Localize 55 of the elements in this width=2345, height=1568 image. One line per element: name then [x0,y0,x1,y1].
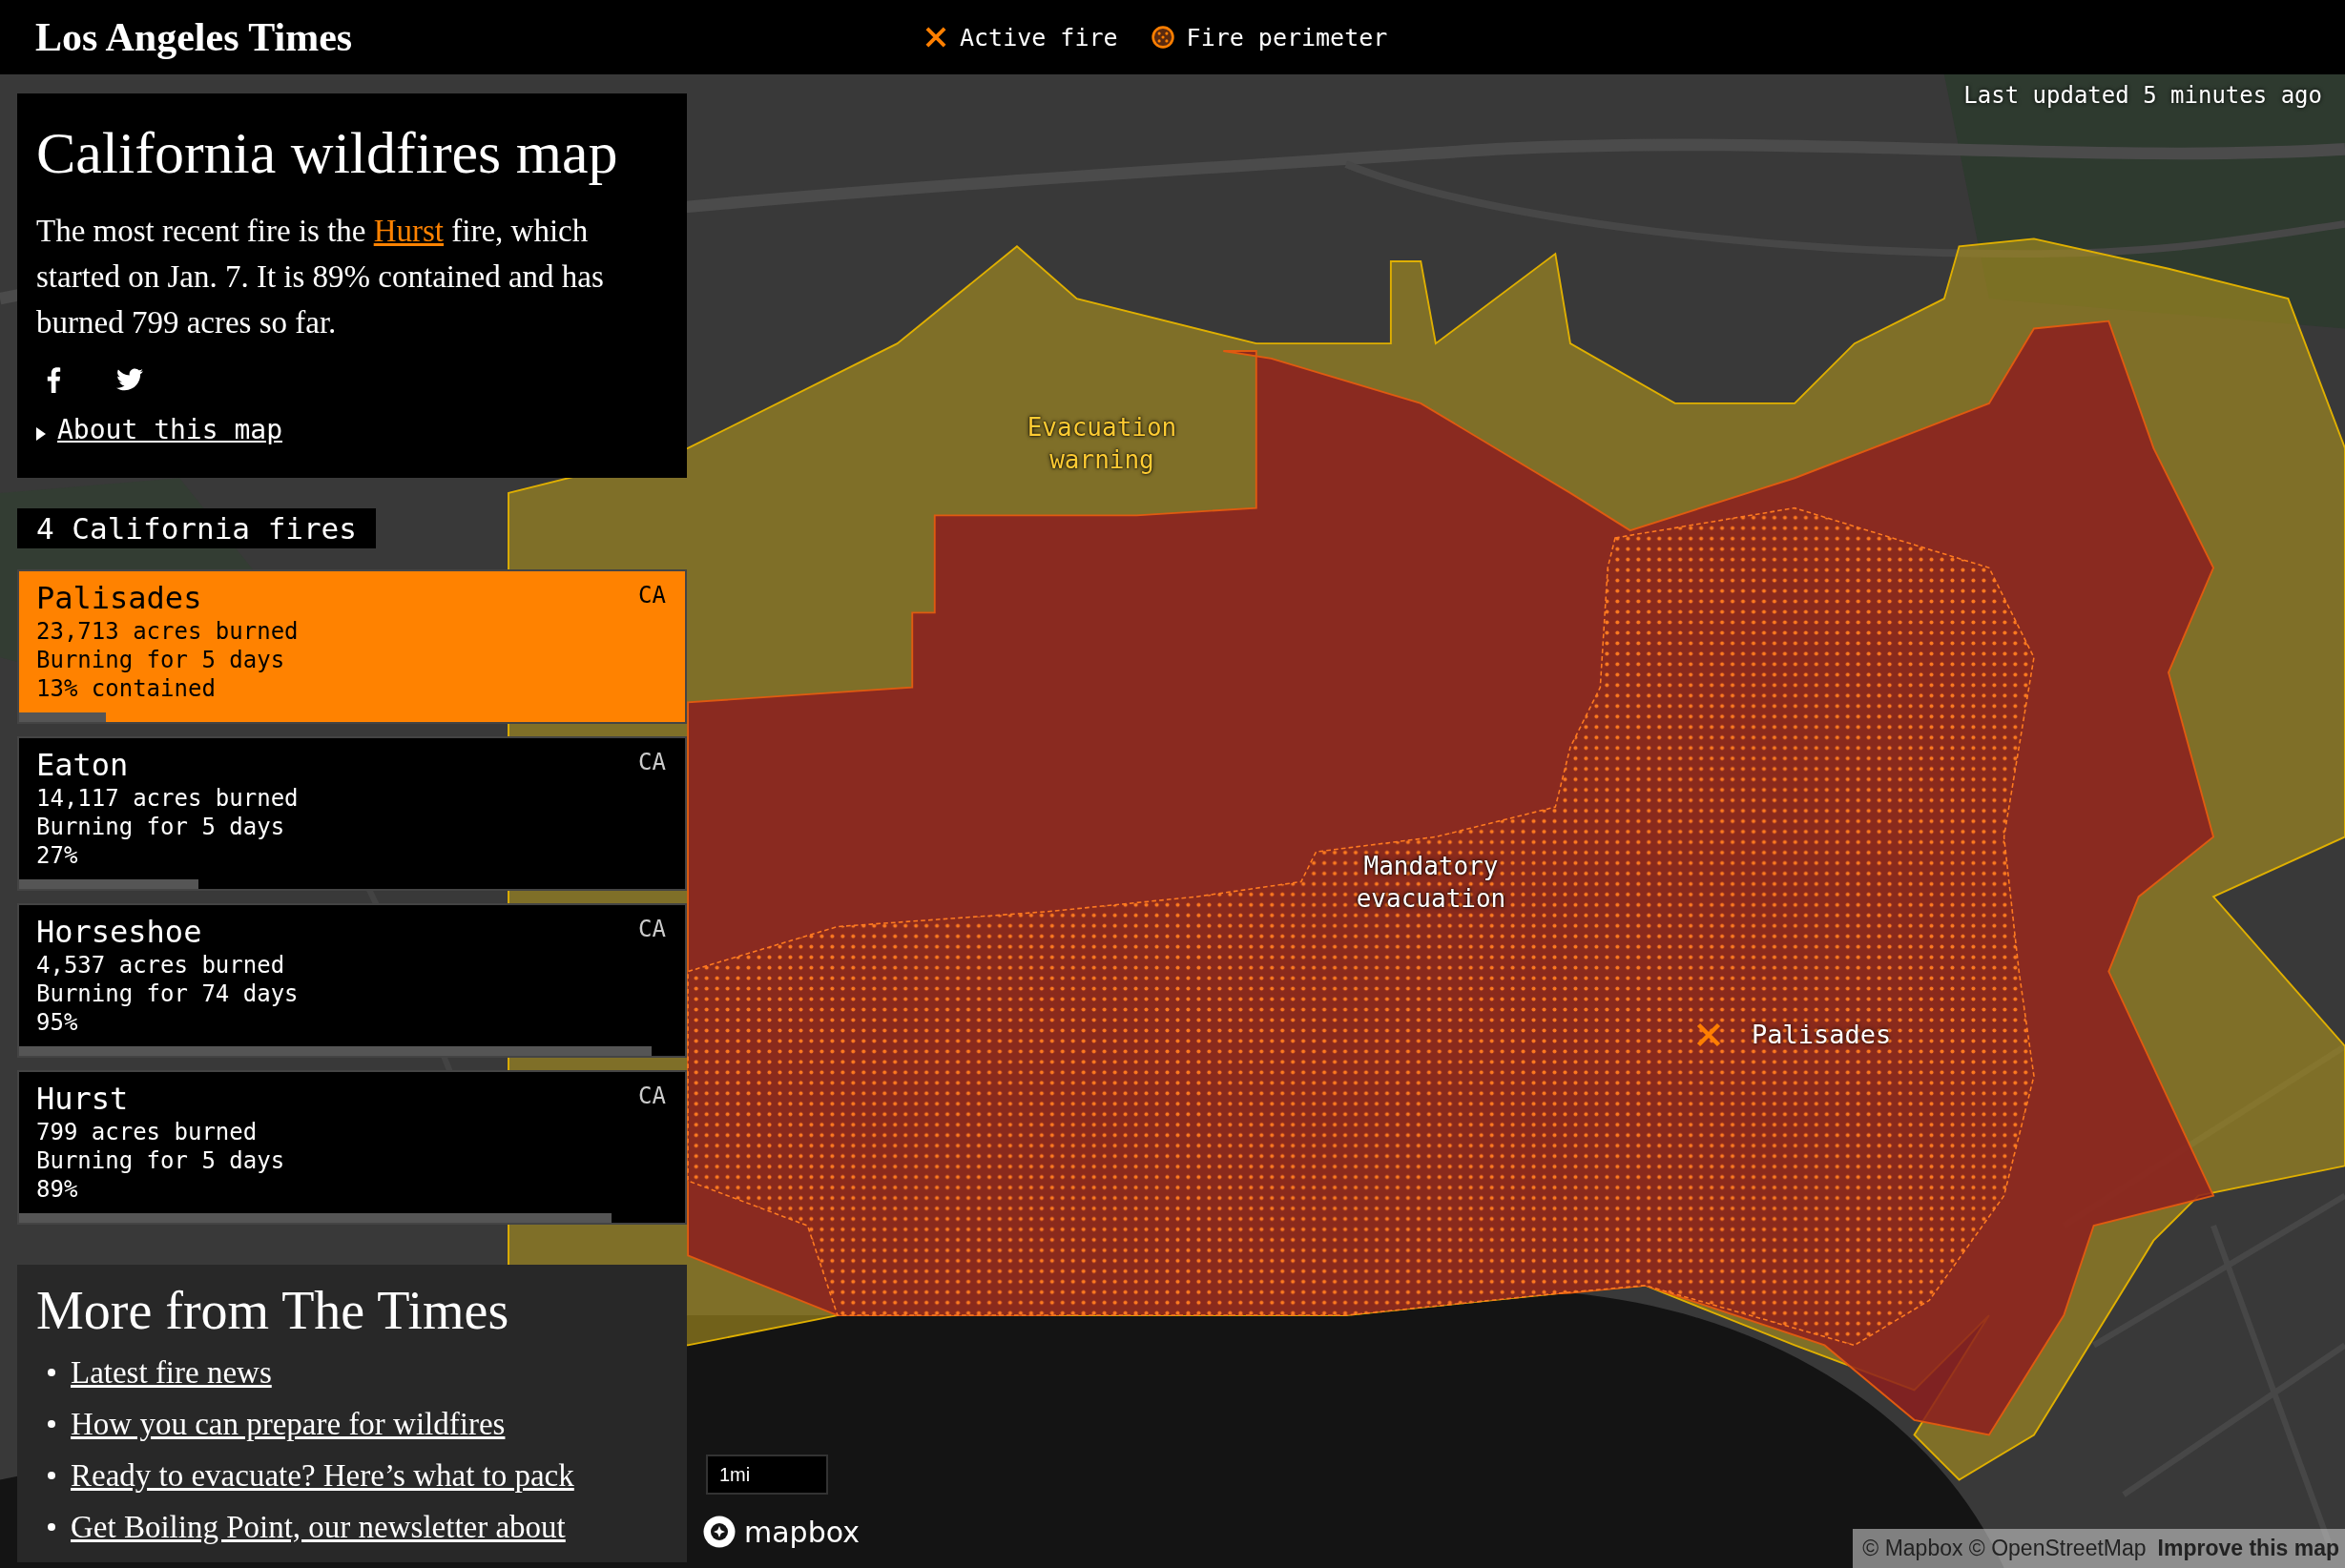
state-label: CA [638,748,666,776]
fire-name: Eaton [36,746,129,784]
containment-text: 95% [36,1008,79,1037]
acres-text: 23,713 acres burned [36,617,300,646]
compass-logo-icon[interactable] [702,1515,737,1549]
zone-label: Evacuation warning [1026,412,1178,476]
containment-text: 89% [36,1175,79,1204]
triangle-icon[interactable] [36,426,46,441]
fire-card[interactable]: Horseshoe CA 4,537 acres burned Burning for 74 days 95% [17,903,687,1058]
legend-label: Active fire [960,23,1118,52]
bullet-icon [48,1472,55,1479]
fire-name: Palisades [36,579,202,617]
fire-card[interactable]: Eaton CA 14,117 acres burned Burning for 5 days 27% [17,736,687,891]
summary-text: The most recent fire is the Hurst fire, which started on Jan. 7. It is 89% contained and has burned 799 acres so far. [36,213,605,341]
duration-text: Burning for 5 days [36,1146,286,1175]
duration-text: Burning for 5 days [36,646,286,674]
fire-name: Hurst [36,1080,129,1118]
fire-card[interactable]: Palisades CA 23,713 acres burned Burning for 5 days 13% contained [17,569,687,724]
map-title: California wildfires map [36,119,619,187]
dotted-circle-icon [1150,25,1175,50]
acres-text: 799 acres burned [36,1118,259,1146]
section-title: More from The Times [36,1280,510,1342]
article-link[interactable]: Latest fire news [71,1354,272,1391]
attribution-text: © Mapbox © OpenStreetMap [1862,1536,2147,1561]
facebook-icon[interactable] [46,366,61,393]
fire-label: Palisades [1752,1020,1892,1049]
legend-label: Fire perimeter [1186,23,1388,52]
bullet-icon [48,1420,55,1428]
mapbox-logo[interactable]: mapbox [744,1515,860,1549]
state-label: CA [638,1082,666,1110]
fire-name: Horseshoe [36,913,202,951]
bullet-icon [48,1369,55,1376]
containment-text: 13% contained [36,674,217,703]
acres-text: 14,117 acres burned [36,784,300,813]
state-label: CA [638,581,666,609]
last-updated-text: Last updated 5 minutes ago [1963,82,2322,109]
duration-text: Burning for 5 days [36,813,286,841]
article-link[interactable]: Ready to evacuate? Here’s what to pack [71,1457,574,1494]
containment-text: 27% [36,841,79,870]
fire-count-label: 4 California fires [17,508,376,548]
article-link[interactable]: Get Boiling Point, our newsletter about [71,1509,566,1545]
zone-label: Mandatory evacuation [1355,851,1507,915]
state-label: CA [638,915,666,943]
scale-bar: 1mi [706,1455,828,1495]
fire-card[interactable]: Hurst CA 799 acres burned Burning for 5 days 89% [17,1070,687,1225]
about-link[interactable]: About this map [57,414,282,445]
article-link[interactable]: How you can prepare for wildfires [71,1406,506,1442]
duration-text: Burning for 74 days [36,980,300,1008]
cross-icon [923,25,948,50]
fire-link[interactable]: Hurst [373,214,445,248]
improve-map-link[interactable]: Improve this map [2157,1536,2339,1561]
newspaper-logo[interactable]: Los Angeles Times [35,14,353,60]
bullet-icon [48,1523,55,1531]
bird-icon[interactable] [116,368,143,391]
acres-text: 4,537 acres burned [36,951,286,980]
